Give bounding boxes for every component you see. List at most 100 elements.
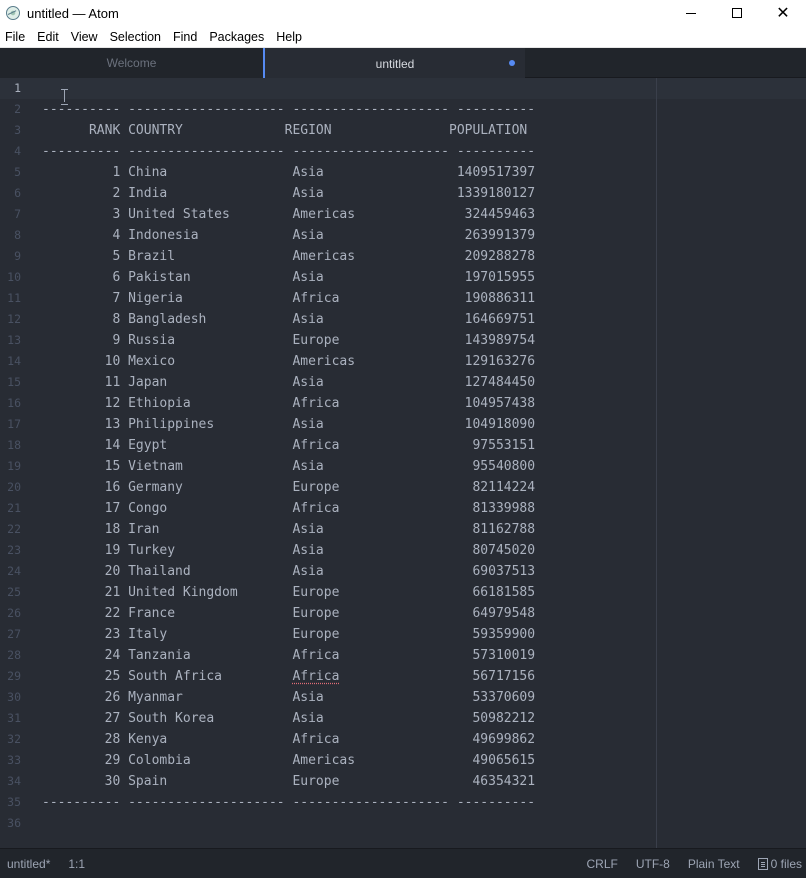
line-number[interactable]: 6 (0, 183, 38, 204)
status-grammar[interactable]: Plain Text (688, 857, 740, 871)
code-line[interactable] (42, 813, 535, 834)
line-number[interactable]: 20 (0, 477, 38, 498)
line-number[interactable]: 27 (0, 624, 38, 645)
code-line[interactable]: 8 Bangladesh Asia 164669751 (42, 309, 535, 330)
code-line[interactable]: 1 China Asia 1409517397 (42, 162, 535, 183)
code-line[interactable]: 13 Philippines Asia 104918090 (42, 414, 535, 435)
menu-packages[interactable]: Packages (203, 26, 270, 48)
code-line[interactable]: 27 South Korea Asia 50982212 (42, 708, 535, 729)
line-number[interactable]: 9 (0, 246, 38, 267)
line-number[interactable]: 7 (0, 204, 38, 225)
close-button[interactable]: ✕ (760, 0, 806, 26)
line-number-gutter[interactable]: 1 2 3 4 5 6 7 8 9 10 11 12 13 14 15 16 17 18 19 20 21 22 23 24 2… (0, 78, 38, 834)
code-line[interactable]: 28 Kenya Africa 49699862 (42, 729, 535, 750)
line-number[interactable]: 26 (0, 603, 38, 624)
line-number[interactable]: 22 (0, 519, 38, 540)
minimize-button[interactable] (668, 0, 714, 26)
line-number[interactable]: 18 (0, 435, 38, 456)
line-number[interactable]: 19 (0, 456, 38, 477)
maximize-button[interactable] (714, 0, 760, 26)
line-number[interactable]: 25 (0, 582, 38, 603)
line-number[interactable]: 29 (0, 666, 38, 687)
code-line[interactable]: 4 Indonesia Asia 263991379 (42, 225, 535, 246)
line-number[interactable]: 33 (0, 750, 38, 771)
tab-untitled[interactable]: untitled (263, 48, 525, 79)
line-number[interactable]: 21 (0, 498, 38, 519)
status-files[interactable]: 0 files (757, 857, 802, 871)
line-number[interactable]: 23 (0, 540, 38, 561)
line-number[interactable]: 32 (0, 729, 38, 750)
code-line[interactable]: 7 Nigeria Africa 190886311 (42, 288, 535, 309)
code-line[interactable]: 29 Colombia Americas 49065615 (42, 750, 535, 771)
status-cursor-position[interactable]: 1:1 (68, 857, 85, 871)
line-number[interactable]: 13 (0, 330, 38, 351)
code-line[interactable]: 2 India Asia 1339180127 (42, 183, 535, 204)
line-number[interactable]: 1 (0, 78, 38, 99)
menu-view[interactable]: View (65, 26, 104, 48)
code-line[interactable]: 26 Myanmar Asia 53370609 (42, 687, 535, 708)
code-line[interactable]: 15 Vietnam Asia 95540800 (42, 456, 535, 477)
code-line[interactable]: 14 Egypt Africa 97553151 (42, 435, 535, 456)
code-line[interactable]: ---------- -------------------- --------… (42, 792, 535, 813)
code-line[interactable]: 9 Russia Europe 143989754 (42, 330, 535, 351)
code-line[interactable]: 3 United States Americas 324459463 (42, 204, 535, 225)
status-bar: untitled* 1:1 CRLF UTF-8 Plain Text 0 fi… (0, 848, 806, 878)
code-line[interactable]: 24 Tanzania Africa 57310019 (42, 645, 535, 666)
code-line[interactable]: 22 France Europe 64979548 (42, 603, 535, 624)
menu-file[interactable]: File (0, 26, 31, 48)
code-line[interactable]: 10 Mexico Americas 129163276 (42, 351, 535, 372)
menu-selection[interactable]: Selection (104, 26, 167, 48)
code-line[interactable]: 12 Ethiopia Africa 104957438 (42, 393, 535, 414)
code-line[interactable]: 19 Turkey Asia 80745020 (42, 540, 535, 561)
line-number[interactable]: 3 (0, 120, 38, 141)
minimize-icon (686, 12, 696, 14)
title-bar: untitled — Atom ✕ (0, 0, 806, 26)
code-line[interactable]: 23 Italy Europe 59359900 (42, 624, 535, 645)
code-line[interactable]: ---------- -------------------- --------… (42, 141, 535, 162)
line-number[interactable]: 12 (0, 309, 38, 330)
line-number[interactable]: 35 (0, 792, 38, 813)
maximize-icon (732, 8, 742, 18)
line-number[interactable]: 31 (0, 708, 38, 729)
line-number[interactable]: 34 (0, 771, 38, 792)
line-number[interactable]: 14 (0, 351, 38, 372)
code-line[interactable]: 20 Thailand Asia 69037513 (42, 561, 535, 582)
window-controls: ✕ (668, 0, 806, 26)
line-number[interactable]: 28 (0, 645, 38, 666)
wrap-guide (656, 78, 657, 848)
menu-help[interactable]: Help (270, 26, 308, 48)
line-number[interactable]: 11 (0, 288, 38, 309)
line-number[interactable]: 15 (0, 372, 38, 393)
code-line[interactable]: 30 Spain Europe 46354321 (42, 771, 535, 792)
code-line[interactable]: 5 Brazil Americas 209288278 (42, 246, 535, 267)
status-encoding[interactable]: UTF-8 (636, 857, 670, 871)
line-number[interactable]: 2 (0, 99, 38, 120)
code-line[interactable]: 18 Iran Asia 81162788 (42, 519, 535, 540)
code-line[interactable]: ---------- -------------------- --------… (42, 99, 535, 120)
line-number[interactable]: 4 (0, 141, 38, 162)
line-number[interactable]: 36 (0, 813, 38, 834)
line-number[interactable]: 17 (0, 414, 38, 435)
line-number[interactable]: 30 (0, 687, 38, 708)
line-number[interactable]: 16 (0, 393, 38, 414)
code-line[interactable]: 11 Japan Asia 127484450 (42, 372, 535, 393)
status-file-name[interactable]: untitled* (7, 857, 50, 871)
editor-content[interactable]: ---------- -------------------- --------… (42, 78, 535, 834)
code-line[interactable]: RANK COUNTRY REGION POPULATION (42, 120, 535, 141)
tab-welcome[interactable]: Welcome (0, 48, 263, 78)
modified-indicator-icon[interactable] (509, 60, 515, 66)
menu-find[interactable]: Find (167, 26, 203, 48)
line-number[interactable]: 5 (0, 162, 38, 183)
line-number[interactable]: 24 (0, 561, 38, 582)
code-line[interactable]: 16 Germany Europe 82114224 (42, 477, 535, 498)
text-editor[interactable]: 1 2 3 4 5 6 7 8 9 10 11 12 13 14 15 16 17 18 19 20 21 22 23 24 2… (0, 78, 806, 848)
code-line[interactable] (42, 78, 535, 99)
line-number[interactable]: 10 (0, 267, 38, 288)
code-line[interactable]: 25 South Africa Africa 56717156 (42, 666, 535, 687)
menu-edit[interactable]: Edit (31, 26, 65, 48)
code-line[interactable]: 17 Congo Africa 81339988 (42, 498, 535, 519)
status-line-ending[interactable]: CRLF (586, 857, 617, 871)
code-line[interactable]: 6 Pakistan Asia 197015955 (42, 267, 535, 288)
line-number[interactable]: 8 (0, 225, 38, 246)
code-line[interactable]: 21 United Kingdom Europe 66181585 (42, 582, 535, 603)
